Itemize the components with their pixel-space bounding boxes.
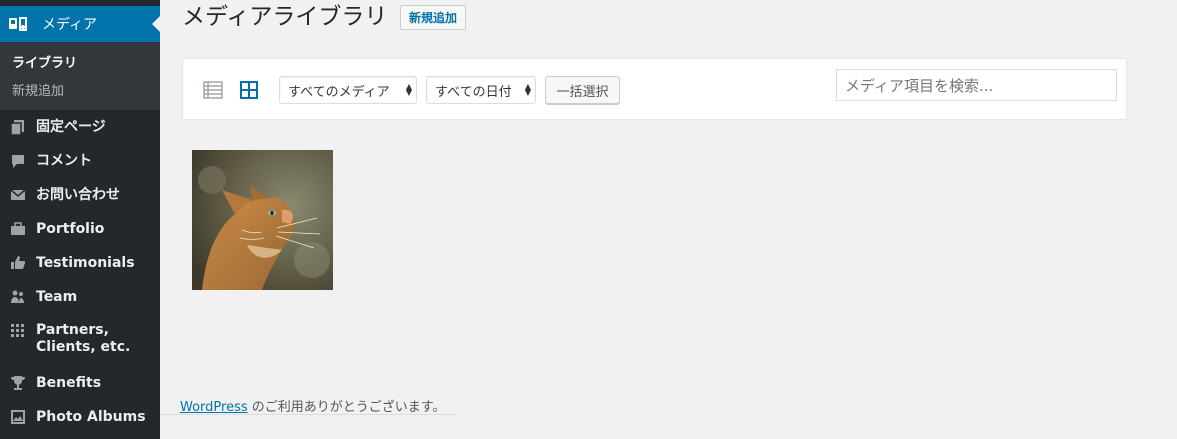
- list-view-icon[interactable]: [203, 80, 223, 100]
- briefcase-icon: [0, 213, 36, 245]
- admin-sidebar: メディア ライブラリ 新規追加 固定ページ コメント お問い合わせ Portfo…: [0, 0, 160, 439]
- grid-view-icon[interactable]: [239, 80, 259, 100]
- pages-icon: [0, 111, 36, 143]
- date-filter-value: すべての日付: [435, 84, 512, 100]
- add-new-button[interactable]: 新規追加: [400, 5, 467, 30]
- mail-icon: [0, 179, 36, 211]
- sidebar-item-photo-albums[interactable]: Photo Albums: [0, 401, 160, 433]
- footer-divider: [160, 414, 456, 415]
- footer-thanks-text: のご利用ありがとうございます。: [247, 400, 446, 415]
- sidebar-item-label: 固定ページ: [36, 118, 106, 135]
- media-search-input[interactable]: メディア項目を検索...: [836, 69, 1117, 101]
- sidebar-item-label: Team: [36, 288, 78, 305]
- sidebar-item-comments[interactable]: コメント: [0, 145, 160, 177]
- media-submenu: ライブラリ 新規追加: [0, 42, 160, 110]
- sidebar-item-media[interactable]: メディア: [0, 6, 160, 42]
- select-arrows-icon: ▲ ▼: [405, 82, 412, 97]
- comments-icon: [0, 145, 36, 177]
- admin-footer: WordPress のご利用ありがとうございます。: [180, 396, 445, 415]
- submenu-item-library[interactable]: ライブラリ: [12, 52, 77, 71]
- photo-album-icon: [0, 401, 36, 433]
- sidebar-item-label: Photo Albums: [36, 408, 146, 425]
- sidebar-item-contact[interactable]: お問い合わせ: [0, 179, 160, 211]
- sidebar-item-label: Testimonials: [36, 254, 135, 271]
- team-icon: [0, 281, 36, 313]
- submenu-item-add-new[interactable]: 新規追加: [12, 80, 64, 99]
- wordpress-link[interactable]: WordPress: [180, 400, 248, 415]
- page-title: メディアライブラリ: [182, 4, 388, 30]
- sidebar-item-label: コメント: [36, 152, 92, 169]
- sidebar-item-label: Benefits: [36, 374, 102, 391]
- media-attachment-thumbnail[interactable]: [192, 150, 333, 290]
- media-toolbar: すべてのメディア ▲ ▼ すべての日付 ▲ ▼ 一括選択 メディア項目を検索...: [182, 58, 1127, 120]
- sidebar-item-portfolio[interactable]: Portfolio: [0, 213, 160, 245]
- sidebar-item-team[interactable]: Team: [0, 281, 160, 313]
- media-type-value: すべてのメディア: [288, 84, 390, 100]
- bulk-select-button[interactable]: 一括選択: [545, 76, 620, 104]
- grid-icon: [0, 322, 36, 340]
- date-filter-select[interactable]: すべての日付 ▲ ▼: [426, 76, 536, 104]
- sidebar-item-label: メディア: [42, 17, 98, 33]
- thumbs-up-icon: [0, 247, 36, 279]
- sidebar-item-pages[interactable]: 固定ページ: [0, 111, 160, 143]
- sidebar-item-label: お問い合わせ: [36, 186, 120, 203]
- sidebar-item-label: Partners, Clients, etc.: [36, 322, 131, 355]
- sidebar-item-testimonials[interactable]: Testimonials: [0, 247, 160, 279]
- media-type-select[interactable]: すべてのメディア ▲ ▼: [279, 76, 417, 104]
- trophy-icon: [0, 367, 36, 399]
- sidebar-item-benefits[interactable]: Benefits: [0, 367, 160, 399]
- select-arrows-icon: ▲ ▼: [524, 82, 531, 97]
- sidebar-item-partners[interactable]: Partners, Clients, etc.: [0, 322, 160, 362]
- sidebar-item-label: Portfolio: [36, 220, 105, 237]
- media-icon: [0, 15, 36, 33]
